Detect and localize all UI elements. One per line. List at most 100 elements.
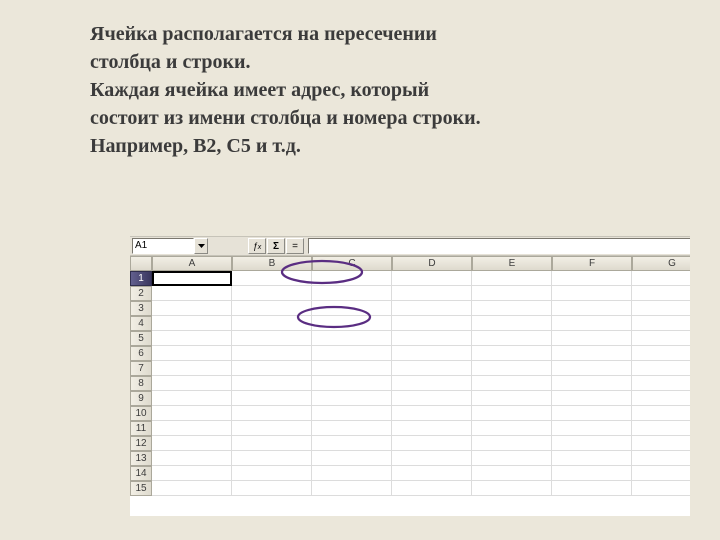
cell-G1[interactable]	[632, 271, 690, 286]
cell-G11[interactable]	[632, 421, 690, 436]
cell-A5[interactable]	[152, 331, 232, 346]
cell-A9[interactable]	[152, 391, 232, 406]
cell-A14[interactable]	[152, 466, 232, 481]
cell-B13[interactable]	[232, 451, 312, 466]
cell-G9[interactable]	[632, 391, 690, 406]
cell-E7[interactable]	[472, 361, 552, 376]
cell-B8[interactable]	[232, 376, 312, 391]
cell-A13[interactable]	[152, 451, 232, 466]
cell-C10[interactable]	[312, 406, 392, 421]
cell-C3[interactable]	[312, 301, 392, 316]
cell-D4[interactable]	[392, 316, 472, 331]
cell-F2[interactable]	[552, 286, 632, 301]
select-all-corner[interactable]	[130, 256, 152, 271]
cell-B10[interactable]	[232, 406, 312, 421]
row-header-13[interactable]: 13	[130, 451, 152, 466]
equals-button[interactable]: =	[286, 238, 304, 254]
cell-A1[interactable]	[152, 271, 232, 286]
cell-B12[interactable]	[232, 436, 312, 451]
cell-F1[interactable]	[552, 271, 632, 286]
cell-G10[interactable]	[632, 406, 690, 421]
cell-D14[interactable]	[392, 466, 472, 481]
cell-G4[interactable]	[632, 316, 690, 331]
cell-E11[interactable]	[472, 421, 552, 436]
cell-C11[interactable]	[312, 421, 392, 436]
cell-E6[interactable]	[472, 346, 552, 361]
col-header-B[interactable]: B	[232, 256, 312, 271]
cell-G5[interactable]	[632, 331, 690, 346]
cell-F3[interactable]	[552, 301, 632, 316]
cell-D10[interactable]	[392, 406, 472, 421]
row-header-12[interactable]: 12	[130, 436, 152, 451]
col-header-A[interactable]: A	[152, 256, 232, 271]
cell-D7[interactable]	[392, 361, 472, 376]
cell-E2[interactable]	[472, 286, 552, 301]
cell-A10[interactable]	[152, 406, 232, 421]
cell-D5[interactable]	[392, 331, 472, 346]
cell-B5[interactable]	[232, 331, 312, 346]
cell-B11[interactable]	[232, 421, 312, 436]
row-header-6[interactable]: 6	[130, 346, 152, 361]
cell-C6[interactable]	[312, 346, 392, 361]
cell-D9[interactable]	[392, 391, 472, 406]
row-header-5[interactable]: 5	[130, 331, 152, 346]
cell-A8[interactable]	[152, 376, 232, 391]
cell-B15[interactable]	[232, 481, 312, 496]
sum-button[interactable]: Σ	[267, 238, 285, 254]
row-header-1[interactable]: 1	[130, 271, 152, 286]
cell-F6[interactable]	[552, 346, 632, 361]
col-header-G[interactable]: G	[632, 256, 690, 271]
cell-E4[interactable]	[472, 316, 552, 331]
cell-E13[interactable]	[472, 451, 552, 466]
cell-F8[interactable]	[552, 376, 632, 391]
row-header-8[interactable]: 8	[130, 376, 152, 391]
cell-G2[interactable]	[632, 286, 690, 301]
cell-A11[interactable]	[152, 421, 232, 436]
cell-C9[interactable]	[312, 391, 392, 406]
cell-C13[interactable]	[312, 451, 392, 466]
cell-B3[interactable]	[232, 301, 312, 316]
row-header-7[interactable]: 7	[130, 361, 152, 376]
cell-A6[interactable]	[152, 346, 232, 361]
cell-G13[interactable]	[632, 451, 690, 466]
cell-G14[interactable]	[632, 466, 690, 481]
row-header-15[interactable]: 15	[130, 481, 152, 496]
cell-C5[interactable]	[312, 331, 392, 346]
cell-F15[interactable]	[552, 481, 632, 496]
cell-D15[interactable]	[392, 481, 472, 496]
cell-F9[interactable]	[552, 391, 632, 406]
cell-E3[interactable]	[472, 301, 552, 316]
cell-C2[interactable]	[312, 286, 392, 301]
cell-E9[interactable]	[472, 391, 552, 406]
formula-input[interactable]	[308, 238, 690, 254]
cell-D3[interactable]	[392, 301, 472, 316]
cell-F7[interactable]	[552, 361, 632, 376]
cell-D8[interactable]	[392, 376, 472, 391]
col-header-C[interactable]: C	[312, 256, 392, 271]
cell-E12[interactable]	[472, 436, 552, 451]
cell-F13[interactable]	[552, 451, 632, 466]
cell-D13[interactable]	[392, 451, 472, 466]
cell-A12[interactable]	[152, 436, 232, 451]
cell-C12[interactable]	[312, 436, 392, 451]
row-header-10[interactable]: 10	[130, 406, 152, 421]
col-header-E[interactable]: E	[472, 256, 552, 271]
name-box-dropdown[interactable]	[194, 238, 208, 254]
cell-B2[interactable]	[232, 286, 312, 301]
cell-G7[interactable]	[632, 361, 690, 376]
cell-D6[interactable]	[392, 346, 472, 361]
cell-E14[interactable]	[472, 466, 552, 481]
cell-C4[interactable]	[312, 316, 392, 331]
cell-B6[interactable]	[232, 346, 312, 361]
cell-G3[interactable]	[632, 301, 690, 316]
function-wizard-button[interactable]: ƒx	[248, 238, 266, 254]
cell-G12[interactable]	[632, 436, 690, 451]
cell-A15[interactable]	[152, 481, 232, 496]
cell-B14[interactable]	[232, 466, 312, 481]
row-header-3[interactable]: 3	[130, 301, 152, 316]
cell-D11[interactable]	[392, 421, 472, 436]
cell-F10[interactable]	[552, 406, 632, 421]
cell-B1[interactable]	[232, 271, 312, 286]
row-header-2[interactable]: 2	[130, 286, 152, 301]
row-header-14[interactable]: 14	[130, 466, 152, 481]
